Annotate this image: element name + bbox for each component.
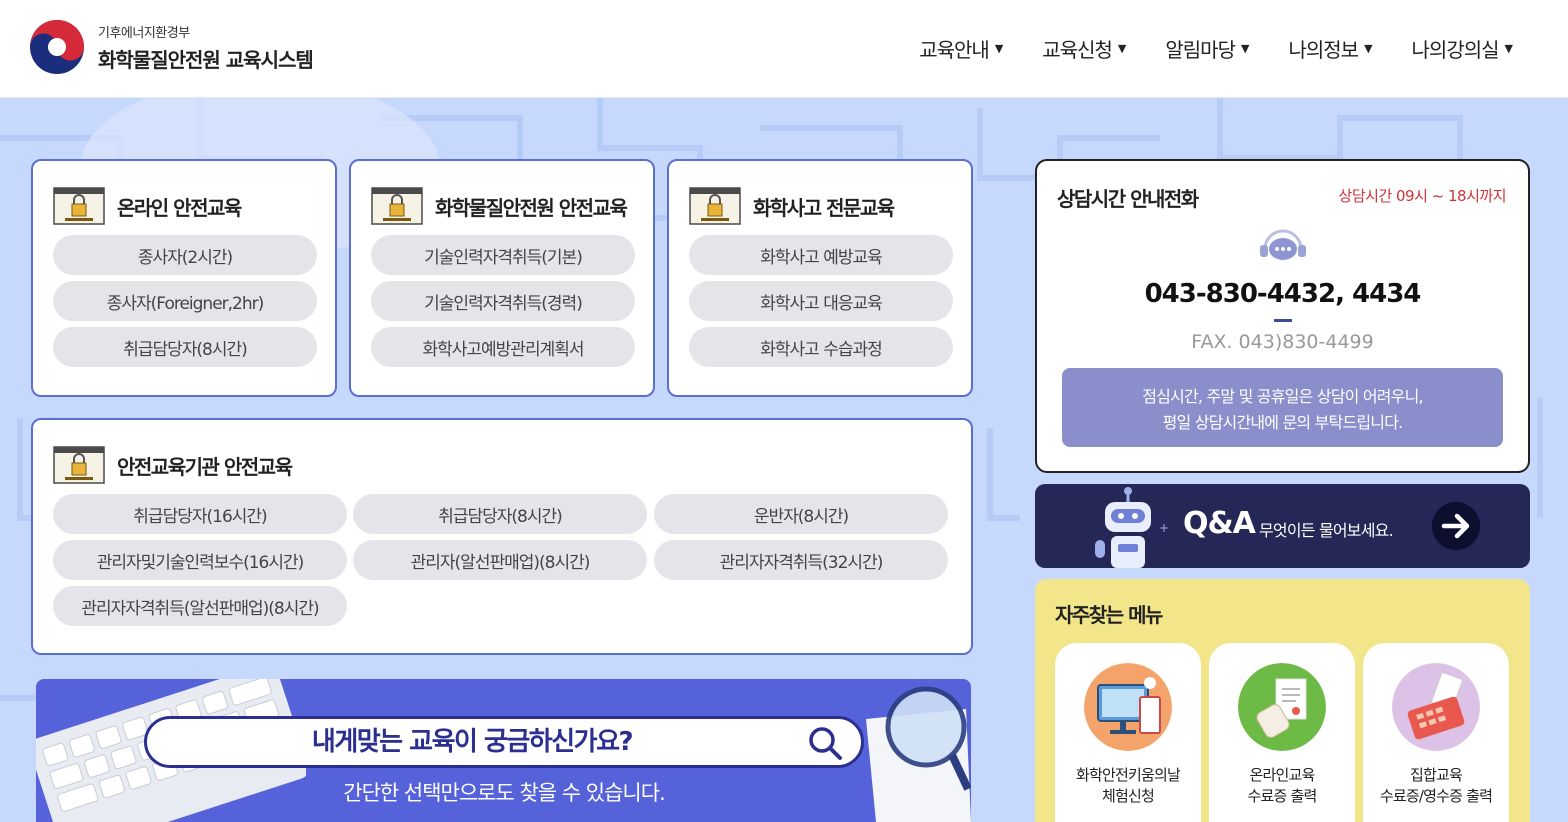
label-line: 집합교육	[1409, 766, 1463, 784]
contact-notice: 점심시간, 주말 및 공휴일은 상담이 어려우니, 평일 상담시간내에 문의 부…	[1062, 368, 1503, 447]
label-line: 온라인교육	[1249, 766, 1315, 784]
course-button[interactable]: 화학사고 대응교육	[689, 281, 953, 321]
qna-title: Q&A	[1183, 506, 1256, 541]
card-header: 화학사고 전문교육	[689, 187, 895, 225]
education-search-bar[interactable]: 내게맞는 교육이 궁금하신가요?	[144, 716, 864, 768]
notebook-magnifier-icon	[866, 686, 971, 822]
card-title: 안전교육기관 안전교육	[117, 454, 293, 479]
frequent-menu-label: 온라인교육 수료증 출력	[1209, 765, 1355, 807]
frequent-menu-title: 자주찾는 메뉴	[1055, 603, 1163, 627]
card-title: 화학사고 전문교육	[753, 195, 895, 220]
nav-item-education-apply[interactable]: 교육신청 ▼	[1042, 34, 1127, 63]
nav-item-my-classroom[interactable]: 나의강의실 ▼	[1411, 34, 1514, 63]
course-button[interactable]: 관리자자격취득(알선판매업)(8시간)	[53, 586, 347, 626]
institute-safety-card: 화학물질안전원 안전교육 기술인력자격취득(기본) 기술인력자격취득(경력) 화…	[349, 159, 655, 397]
label-line: 화학안전키움의날	[1075, 766, 1181, 784]
divider	[1274, 319, 1292, 322]
notice-line: 점심시간, 주말 및 공휴일은 상담이 어려우니,	[1142, 387, 1423, 406]
card-header: 온라인 안전교육	[53, 187, 242, 225]
notice-line: 평일 상담시간내에 문의 부탁드립니다.	[1162, 413, 1404, 432]
course-button[interactable]: 기술인력자격취득(경력)	[371, 281, 635, 321]
nav-label: 알림마당	[1165, 38, 1236, 62]
nav-label: 교육신청	[1042, 38, 1113, 62]
card-header: 안전교육기관 안전교육	[53, 446, 293, 484]
label-line: 수료증 출력	[1247, 787, 1318, 805]
chevron-down-icon: ▼	[1504, 42, 1514, 55]
course-button[interactable]: 취급담당자(8시간)	[353, 494, 647, 534]
label-line: 수료증/영수증 출력	[1379, 787, 1493, 805]
qna-banner[interactable]: + Q&A 무엇이든 물어보세요.	[1035, 484, 1530, 568]
chevron-down-icon: ▼	[1117, 42, 1127, 55]
card-title: 화학물질안전원 안전교육	[435, 195, 628, 220]
arrow-right-icon[interactable]	[1432, 502, 1480, 550]
site-header: 기후에너지환경부 화학물질안전원 교육시스템 교육안내 ▼ 교육신청 ▼ 알림마당 ▼…	[0, 0, 1568, 98]
lock-window-icon	[371, 187, 423, 225]
robot-icon: +	[1095, 487, 1169, 568]
frequent-menu-item[interactable]: 집합교육 수료증/영수증 출력	[1363, 643, 1509, 822]
search-prompt-text: 내게맞는 교육이 궁금하신가요?	[311, 727, 634, 757]
system-name: 화학물질안전원 교육시스템	[98, 48, 314, 72]
frequent-menu-label: 집합교육 수료증/영수증 출력	[1363, 765, 1509, 807]
course-button[interactable]: 관리자자격취득(32시간)	[654, 540, 948, 580]
contact-hours: 상담시간 09시 ~ 18시까지	[1338, 187, 1507, 205]
frequent-menu-item[interactable]: 화학안전키움의날 체험신청	[1055, 643, 1201, 822]
nav-label: 나의정보	[1288, 38, 1359, 62]
lock-window-icon	[53, 446, 105, 484]
frequent-menu-item[interactable]: 온라인교육 수료증 출력	[1209, 643, 1355, 822]
frequent-menu-label: 화학안전키움의날 체험신청	[1055, 765, 1201, 807]
card-title: 온라인 안전교육	[117, 195, 242, 220]
chevron-down-icon: ▼	[994, 42, 1004, 55]
lock-window-icon	[53, 187, 105, 225]
main-nav: 교육안내 ▼ 교육신청 ▼ 알림마당 ▼ 나의정보 ▼ 나의강의실 ▼	[919, 34, 1514, 63]
contact-info-box: 상담시간 안내전화 상담시간 09시 ~ 18시까지 043-830-4432,…	[1035, 159, 1530, 473]
nav-item-my-info[interactable]: 나의정보 ▼	[1288, 34, 1373, 63]
course-button[interactable]: 화학사고 수습과정	[689, 327, 953, 367]
course-button[interactable]: 화학사고 예방교육	[689, 235, 953, 275]
online-safety-card: 온라인 안전교육 종사자(2시간) 종사자(Foreigner,2hr) 취급담…	[31, 159, 337, 397]
headset-chat-icon	[1260, 229, 1306, 260]
search-icon[interactable]	[807, 725, 843, 761]
receipt-printer-icon	[1392, 663, 1480, 751]
computer-icon	[1084, 663, 1172, 751]
course-button[interactable]: 운반자(8시간)	[654, 494, 948, 534]
nav-label: 교육안내	[919, 38, 990, 62]
banner-subtitle: 간단한 선택만으로도 찾을 수 있습니다.	[343, 781, 666, 805]
lock-window-icon	[689, 187, 741, 225]
contact-phone[interactable]: 043-830-4432, 4434	[1037, 279, 1528, 309]
svg-text:+: +	[1159, 521, 1169, 535]
contact-fax: FAX. 043)830-4499	[1191, 331, 1374, 353]
frequent-menu-section: 자주찾는 메뉴 화학안전키움의날 체험신청 온라인교육 수료증 출력 집합교육 …	[1035, 579, 1530, 822]
course-button[interactable]: 종사자(Foreigner,2hr)	[53, 281, 317, 321]
certificate-icon	[1238, 663, 1326, 751]
label-line: 체험신청	[1101, 787, 1155, 805]
qna-subtitle: 무엇이든 물어보세요.	[1259, 521, 1394, 540]
nav-item-notice[interactable]: 알림마당 ▼	[1165, 34, 1250, 63]
education-finder-banner[interactable]: 내게맞는 교육이 궁금하신가요? 간단한 선택만으로도 찾을 수 있습니다.	[36, 679, 971, 822]
accident-expert-card: 화학사고 전문교육 화학사고 예방교육 화학사고 대응교육 화학사고 수습과정	[667, 159, 973, 397]
course-button[interactable]: 취급담당자(16시간)	[53, 494, 347, 534]
chevron-down-icon: ▼	[1240, 42, 1250, 55]
course-button[interactable]: 화학사고예방관리계획서	[371, 327, 635, 367]
site-brand[interactable]: 기후에너지환경부 화학물질안전원 교육시스템	[98, 22, 314, 73]
agency-safety-card: 안전교육기관 안전교육 취급담당자(16시간) 취급담당자(8시간) 운반자(8…	[31, 418, 973, 655]
ministry-name: 기후에너지환경부	[98, 26, 190, 41]
course-button[interactable]: 종사자(2시간)	[53, 235, 317, 275]
government-logo-icon[interactable]	[28, 18, 86, 76]
nav-item-education-guide[interactable]: 교육안내 ▼	[919, 34, 1004, 63]
card-header: 화학물질안전원 안전교육	[371, 187, 628, 225]
nav-label: 나의강의실	[1411, 38, 1500, 62]
chevron-down-icon: ▼	[1364, 42, 1373, 55]
course-button[interactable]: 관리자및기술인력보수(16시간)	[53, 540, 347, 580]
course-button[interactable]: 취급담당자(8시간)	[53, 327, 317, 367]
course-button[interactable]: 관리자(알선판매업)(8시간)	[353, 540, 647, 580]
contact-title: 상담시간 안내전화	[1057, 187, 1199, 211]
course-button[interactable]: 기술인력자격취득(기본)	[371, 235, 635, 275]
